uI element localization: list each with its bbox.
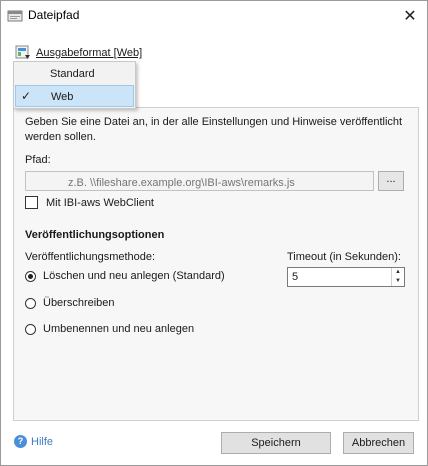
spin-up-icon[interactable]: ▲ [392, 268, 404, 277]
radio-button[interactable] [25, 270, 36, 282]
description-text: Geben Sie eine Datei an, in der alle Ein… [25, 116, 403, 143]
format-dropdown-menu: Standard ✓ Web [13, 61, 136, 109]
cancel-button[interactable]: Abbrechen [343, 432, 414, 454]
help-link[interactable]: ? Hilfe [14, 435, 53, 448]
webclient-checkbox[interactable] [25, 196, 38, 209]
radio-button[interactable] [25, 297, 36, 309]
method-option-rename-recreate[interactable]: Umbenennen und neu anlegen [25, 323, 194, 335]
checkmark-icon: ✓ [21, 89, 32, 103]
dialog-window: Dateipfad ✕ Ausgabeformat [Web] Standard… [0, 0, 428, 466]
timeout-value[interactable]: 5 [292, 271, 298, 283]
spin-down-icon[interactable]: ▼ [392, 277, 404, 286]
method-option-label: Umbenennen und neu anlegen [43, 323, 195, 335]
webclient-label: Mit IBI-aws WebClient [46, 196, 154, 209]
save-button[interactable]: Speichern [221, 432, 331, 454]
section-title: Veröffentlichungsoptionen [25, 229, 165, 241]
stepper-buttons: ▲ ▼ [391, 268, 404, 286]
settings-panel: Geben Sie eine Datei an, in der alle Ein… [13, 107, 419, 421]
close-icon: ✕ [403, 8, 417, 25]
method-option-delete-recreate[interactable]: Löschen und neu anlegen (Standard) [25, 270, 225, 282]
menu-item-web[interactable]: ✓ Web [15, 85, 134, 107]
window-icon [7, 10, 23, 22]
browse-button[interactable]: ... [378, 171, 404, 191]
method-option-label: Überschreiben [43, 297, 115, 309]
method-option-label: Löschen und neu anlegen (Standard) [43, 270, 225, 282]
format-icon [15, 45, 30, 59]
radio-button[interactable] [25, 323, 36, 335]
menu-item-label: Web [51, 91, 74, 103]
path-input[interactable] [25, 171, 374, 191]
help-label: Hilfe [31, 435, 54, 448]
title-bar: Dateipfad ✕ [1, 1, 427, 31]
menu-item-label: Standard [50, 68, 95, 80]
output-format-link[interactable]: Ausgabeformat [Web] [15, 45, 142, 61]
output-format-label: Ausgabeformat [Web] [36, 47, 143, 59]
timeout-label: Timeout (in Sekunden): [287, 251, 401, 263]
method-option-overwrite[interactable]: Überschreiben [25, 297, 115, 309]
webclient-option[interactable]: Mit IBI-aws WebClient [25, 196, 154, 209]
menu-item-standard[interactable]: Standard [15, 63, 134, 85]
help-icon: ? [14, 435, 27, 448]
close-button[interactable]: ✕ [393, 1, 427, 31]
window-title: Dateipfad [28, 8, 80, 22]
method-label: Veröffentlichungsmethode: [25, 251, 156, 263]
timeout-stepper[interactable]: 5 ▲ ▼ [287, 267, 405, 287]
path-label: Pfad: [25, 154, 51, 166]
